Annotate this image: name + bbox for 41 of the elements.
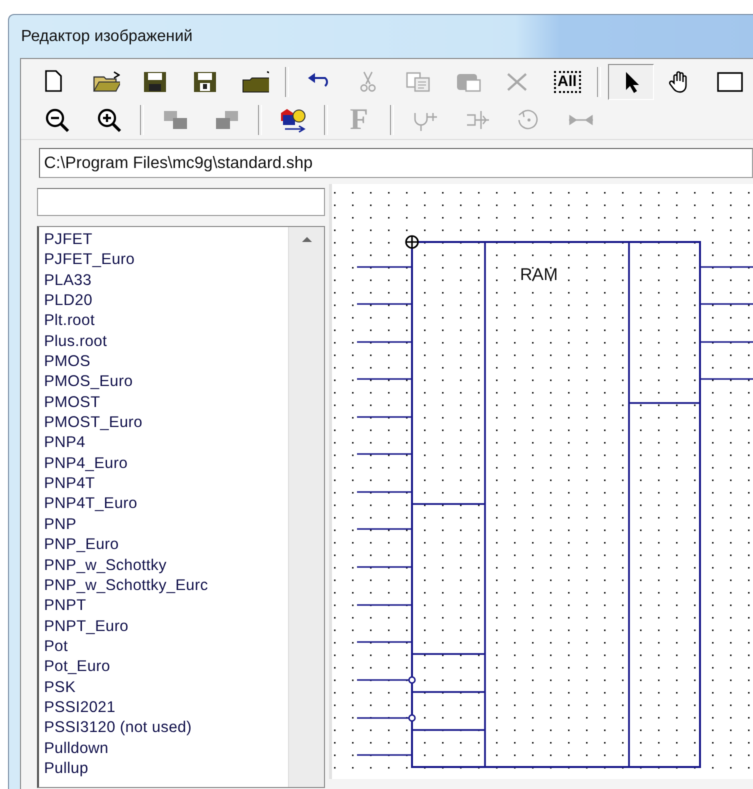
list-item[interactable]: PLD20 <box>44 291 288 312</box>
list-item[interactable]: PJFET_Euro <box>44 250 288 271</box>
list-item[interactable]: PNPT <box>44 596 288 617</box>
window-title: Редактор изображений <box>21 28 193 46</box>
list-item[interactable]: PNP4T <box>44 474 288 494</box>
list-item[interactable]: PNPT_Euro <box>44 616 288 637</box>
list-item[interactable]: PNP <box>44 514 288 536</box>
zoom-out-icon <box>43 107 71 133</box>
list-item[interactable]: PNP_Euro <box>44 535 288 556</box>
scrollbar[interactable] <box>288 227 324 787</box>
list-item[interactable]: Pullup <box>44 758 288 780</box>
pointer-button[interactable] <box>608 64 654 100</box>
path-field[interactable]: C:\Program Files\mc9g\standard.shp <box>39 148 753 178</box>
ram-block-drawing[interactable] <box>356 235 753 768</box>
list-item[interactable]: PJFET <box>44 230 288 250</box>
list-item[interactable]: PMOS_Euro <box>44 372 288 393</box>
list-item[interactable]: PNP_w_Schottky_Eurc <box>44 576 288 596</box>
list-item[interactable]: Plus.root <box>44 332 288 352</box>
block-label: RAM <box>520 265 558 284</box>
list-item[interactable]: PNP_w_Schottky <box>44 556 288 576</box>
list-item[interactable]: PSK <box>44 678 288 698</box>
shapes-icon <box>279 107 307 133</box>
zoom-in-icon <box>95 107 123 133</box>
list-item[interactable]: Pulldown <box>44 738 288 759</box>
search-field[interactable] <box>37 188 325 216</box>
list-item[interactable]: PNP4_Euro <box>44 454 288 474</box>
rectangle-icon <box>716 69 744 95</box>
list-item[interactable]: PMOST_Euro <box>44 413 288 434</box>
select-all-button[interactable]: All <box>544 64 590 100</box>
list-item[interactable]: PSSI2021 <box>44 698 288 718</box>
list-item[interactable]: Pot <box>44 636 288 658</box>
list-item[interactable]: Plt.root <box>44 311 288 332</box>
list-item[interactable]: Pot_Euro <box>44 657 288 678</box>
list-item[interactable]: PSSI3120 (not used) <box>44 718 288 739</box>
list-item[interactable]: PNP4T_Euro <box>44 494 288 515</box>
scroll-up-icon[interactable] <box>302 237 312 242</box>
list-item[interactable]: PNP4 <box>44 433 288 454</box>
list-item[interactable]: PMOST <box>44 392 288 414</box>
folder-icon <box>240 69 269 95</box>
list-item[interactable]: PLA33 <box>44 270 288 292</box>
list-item[interactable]: PMOS <box>44 352 288 372</box>
